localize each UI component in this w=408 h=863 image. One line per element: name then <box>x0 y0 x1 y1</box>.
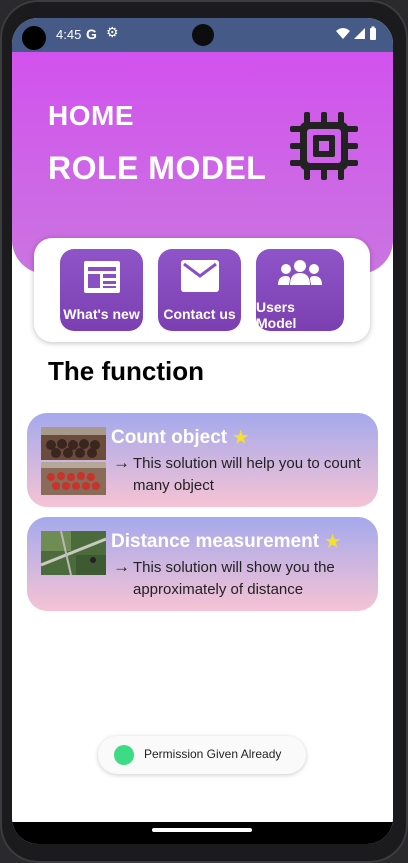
settings-gear-icon: ⚙ <box>106 24 119 40</box>
status-time: 4:45 <box>56 27 82 42</box>
signal-icon <box>354 28 365 39</box>
distance-measurement-card[interactable]: Distance measurement ★ → This solution wi… <box>27 517 378 611</box>
battery-icon <box>370 26 376 40</box>
count-object-thumbnail <box>41 427 106 500</box>
status-bar: 4:45 G ⚙ <box>12 18 393 52</box>
status-icons <box>335 26 379 47</box>
users-model-label: Users Model <box>256 299 297 331</box>
contact-us-button[interactable]: Contact us <box>158 249 241 331</box>
front-camera-left <box>22 26 46 50</box>
wifi-icon <box>336 28 350 39</box>
distance-measurement-thumbnail <box>40 530 107 580</box>
distance-measurement-title: Distance measurement ★ <box>111 531 341 552</box>
app-screen: 4:45 G ⚙ HOME ROLE MODEL What's new Cont… <box>12 18 393 844</box>
distance-measurement-description: This solution will show you the approxim… <box>133 559 335 598</box>
whats-new-button[interactable]: What's new <box>60 249 143 331</box>
google-icon: G <box>86 26 97 42</box>
users-icon <box>256 259 344 287</box>
front-camera-center <box>192 24 214 46</box>
arrow-right-icon: → <box>113 557 130 576</box>
users-model-button[interactable]: Users Model <box>256 249 344 331</box>
permission-toast: Permission Given Already <box>98 736 306 774</box>
menu-card: What's new Contact us Users Model <box>34 238 370 342</box>
star-icon: ★ <box>233 428 249 447</box>
home-gesture-pill[interactable] <box>152 828 252 832</box>
navigation-bar <box>12 822 393 844</box>
star-icon: ★ <box>325 532 341 551</box>
whats-new-label: What's new <box>63 306 140 322</box>
home-title: HOME <box>48 100 134 131</box>
role-model-title: ROLE MODEL <box>48 150 267 186</box>
count-object-title: Count object ★ <box>111 427 249 448</box>
section-title: The function <box>48 356 204 386</box>
chip-icon <box>288 110 360 187</box>
newspaper-icon <box>60 259 143 295</box>
contact-us-label: Contact us <box>163 306 236 322</box>
mail-icon <box>158 259 241 293</box>
android-icon <box>114 745 134 765</box>
toast-text: Permission Given Already <box>144 747 282 761</box>
arrow-right-icon: → <box>113 453 130 472</box>
count-object-description: This solution will help you to count man… <box>133 455 361 494</box>
count-object-card[interactable]: Count object ★ → This solution will help … <box>27 413 378 507</box>
